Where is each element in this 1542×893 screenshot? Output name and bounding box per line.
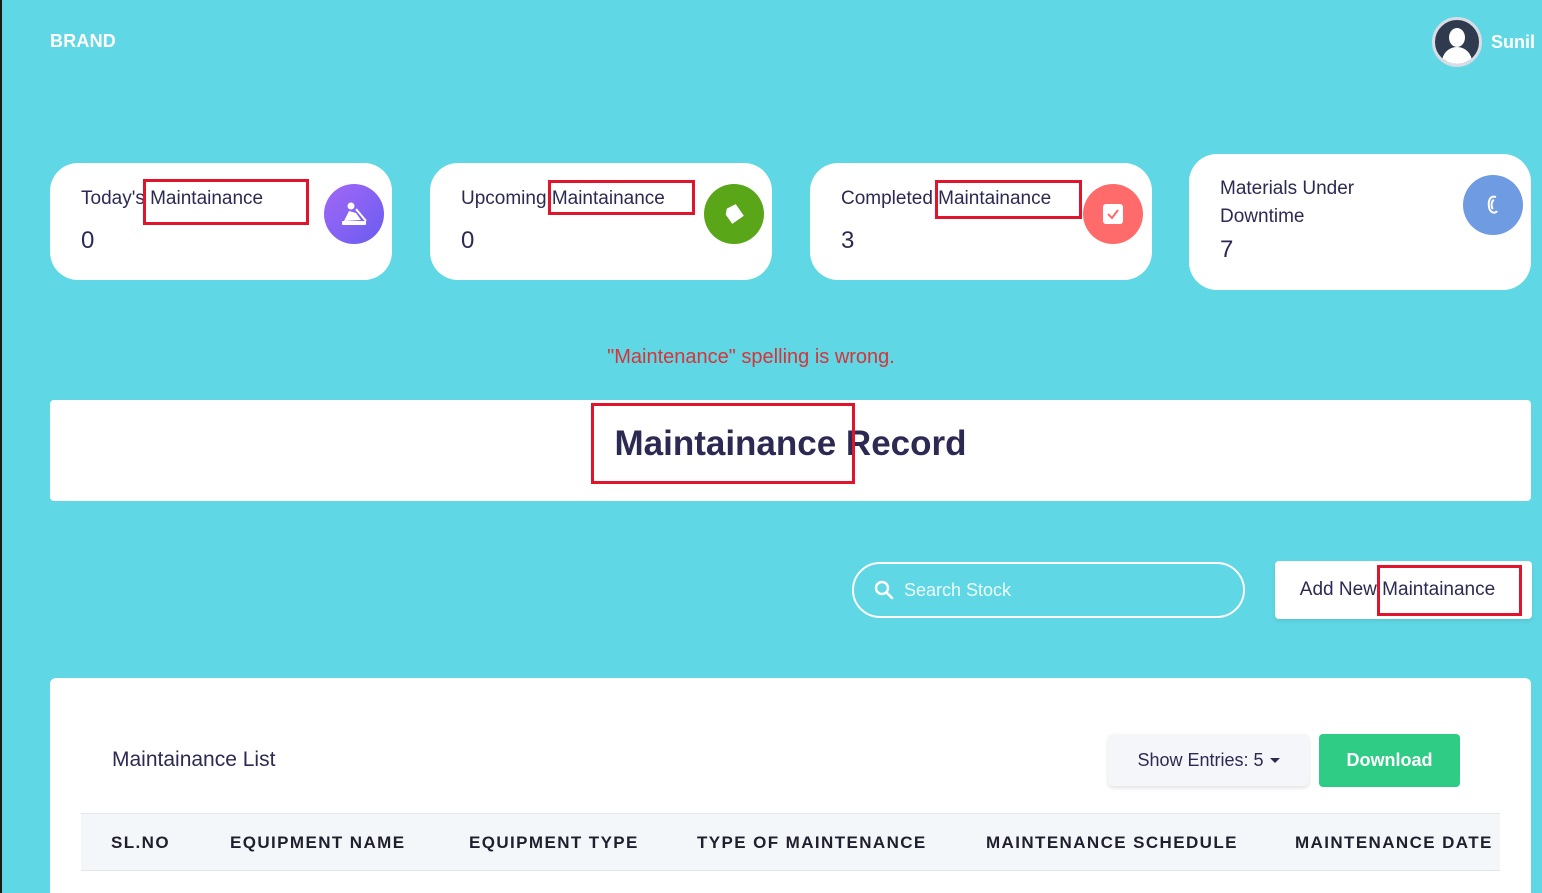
annotation-box [548, 180, 695, 215]
card-value: 7 [1220, 236, 1234, 263]
card-value: 0 [461, 227, 475, 254]
annotation-box [935, 180, 1082, 219]
person-digging-icon [324, 184, 384, 244]
annotation-box [143, 179, 309, 225]
list-title: Maintainance List [112, 748, 276, 771]
caret-down-icon [1269, 757, 1280, 763]
search-icon [874, 580, 894, 600]
maintenance-list-panel: Maintainance List Show Entries: 5 Downlo… [50, 678, 1531, 893]
brand-logo[interactable]: BRAND [50, 31, 116, 52]
column-header-equipment-name[interactable]: EQUIPMENT NAME [230, 833, 405, 853]
search-input[interactable] [904, 579, 1224, 601]
column-header-equipment-type[interactable]: EQUIPMENT TYPE [469, 833, 639, 853]
clip-icon [1463, 175, 1523, 235]
tag-icon [704, 184, 764, 244]
annotation-box [591, 403, 855, 484]
column-header-maintenance-schedule[interactable]: MAINTENANCE SCHEDULE [986, 833, 1238, 853]
window-edge [0, 0, 2, 893]
annotation-box [1377, 565, 1522, 616]
calendar-check-icon [1083, 184, 1143, 244]
annotation-note: "Maintenance" spelling is wrong. [607, 346, 895, 368]
user-name: Sunil [1491, 31, 1535, 52]
column-header-sl-no[interactable]: SL.NO [111, 833, 170, 853]
show-entries-dropdown[interactable]: Show Entries: 5 [1108, 734, 1309, 786]
user-menu[interactable]: Sunil [1432, 17, 1535, 67]
card-title: Materials Under Downtime [1220, 178, 1355, 227]
card-value: 0 [81, 227, 95, 254]
download-button[interactable]: Download [1319, 734, 1460, 787]
user-avatar-icon [1432, 17, 1482, 67]
materials-downtime-card: Materials Under Downtime 7 [1189, 154, 1531, 290]
column-header-type-of-maintenance[interactable]: TYPE OF MAINTENANCE [697, 833, 927, 853]
column-header-maintenance-date[interactable]: MAINTENANCE DATE [1295, 833, 1493, 853]
table-header: SL.NO EQUIPMENT NAME EQUIPMENT TYPE TYPE… [81, 813, 1500, 871]
show-entries-label: Show Entries: 5 [1137, 749, 1264, 770]
card-value: 3 [841, 227, 855, 254]
search-bar[interactable] [852, 562, 1245, 618]
